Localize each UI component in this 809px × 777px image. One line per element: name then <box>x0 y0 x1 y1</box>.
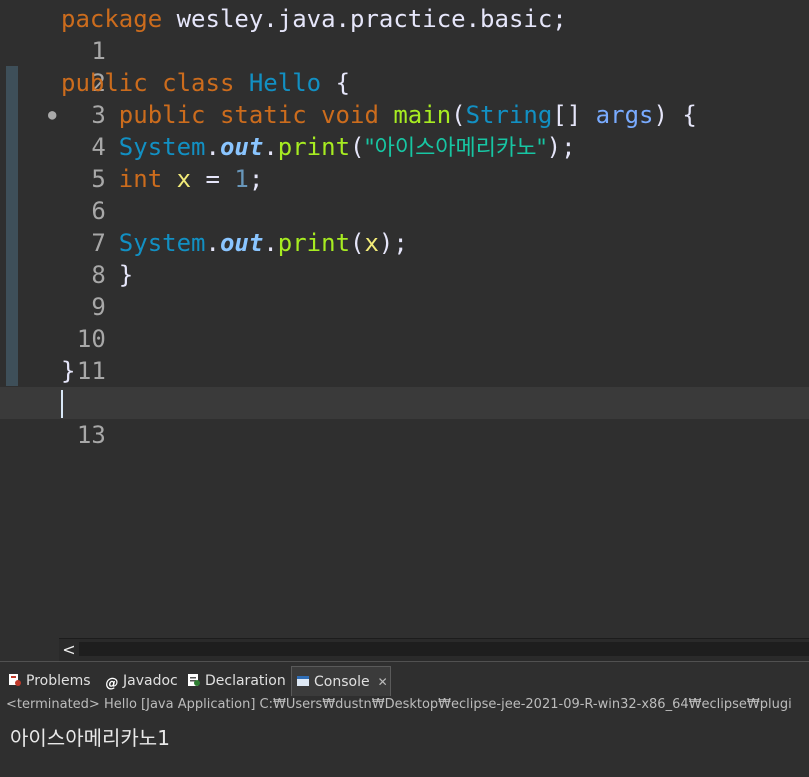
brace: } <box>61 357 76 385</box>
fold-marker-icon[interactable]: ● <box>48 99 58 131</box>
code-line-11: 11 <box>0 323 809 385</box>
variable-x: x <box>364 229 379 257</box>
paren: ) <box>378 229 394 257</box>
code-line-1: 1 package wesley.java.practice.basic; <box>0 3 809 65</box>
method-print: print <box>277 229 351 257</box>
paren: ( <box>350 229 365 257</box>
tab-problems[interactable]: Problems <box>8 666 98 696</box>
keyword-public: public <box>61 69 148 97</box>
text-caret <box>61 390 63 418</box>
tab-console[interactable]: Console ✕ <box>291 666 391 696</box>
keyword-class: class <box>162 69 235 97</box>
code-line-13: 13 <box>0 387 809 449</box>
dot: . <box>263 229 278 257</box>
tab-label: Declaration <box>205 673 286 689</box>
paren: ( <box>350 133 365 161</box>
method-print: print <box>277 133 351 161</box>
scroll-left-icon[interactable]: < <box>61 639 77 661</box>
scrollbar-track[interactable] <box>79 642 809 656</box>
brace: { <box>682 101 697 129</box>
class-system: System <box>118 133 206 161</box>
declaration-icon <box>188 674 200 686</box>
dot: . <box>205 229 220 257</box>
paren: ) <box>546 133 562 161</box>
semicolon: ; <box>561 133 576 161</box>
console-output[interactable]: 아이스아메리카노1 <box>10 722 170 751</box>
tab-label: Console <box>314 674 370 690</box>
tab-declaration[interactable]: Declaration <box>187 666 287 696</box>
paren: ) <box>653 101 668 129</box>
package-name: wesley.java.practice.basic <box>176 5 553 33</box>
dot: . <box>205 133 220 161</box>
code-editor[interactable]: 1 package wesley.java.practice.basic; 2 … <box>0 0 809 661</box>
field-out: out <box>219 229 264 257</box>
string-literal: "아이스아메리카노" <box>364 136 547 161</box>
code-line-8: 8 System.out.print(x); <box>0 227 809 289</box>
paren: ( <box>451 101 466 129</box>
brackets: [] <box>552 101 582 129</box>
code-line-12: 12 } <box>0 355 809 417</box>
number-literal: 1 <box>234 165 249 193</box>
keyword-void: void <box>321 101 379 129</box>
keyword-static: static <box>219 101 307 129</box>
keyword-int: int <box>118 165 163 193</box>
line-number: 13 <box>76 421 106 449</box>
code-line-4: 4 ● public static void main(String[] arg… <box>0 99 809 161</box>
code-line-10: 10 <box>0 291 809 353</box>
keyword-package: package <box>61 5 163 33</box>
code-line-3: 3 public class Hello { <box>0 67 809 129</box>
tab-label: Problems <box>26 673 91 689</box>
method-main: main <box>393 101 452 129</box>
brace: } <box>118 261 134 289</box>
semicolon: ; <box>552 5 567 33</box>
dot: . <box>263 133 278 161</box>
problems-icon <box>9 674 21 686</box>
type-string: String <box>465 101 553 129</box>
field-out: out <box>219 133 264 161</box>
console-icon <box>297 676 309 686</box>
equals: = <box>205 165 220 193</box>
code-line-5: 5 System.out.print("아이스아메리카노"); <box>0 131 809 193</box>
keyword-public: public <box>118 101 206 129</box>
class-name: Hello <box>248 69 322 97</box>
javadoc-icon: @ <box>105 676 119 691</box>
semicolon: ; <box>393 229 408 257</box>
variable-x: x <box>176 165 192 193</box>
tab-javadoc[interactable]: @ Javadoc <box>105 666 183 696</box>
tab-label: Javadoc <box>123 673 178 689</box>
panel-tabs: Problems @ Javadoc Declaration Console ✕ <box>0 666 809 696</box>
param-args: args <box>595 101 654 129</box>
code-line-6: 6 int x = 1; <box>0 163 809 225</box>
bottom-panel: Problems @ Javadoc Declaration Console ✕ <… <box>0 661 809 777</box>
horizontal-scrollbar[interactable]: < <box>59 638 809 661</box>
close-icon[interactable]: ✕ <box>378 675 388 689</box>
brace: { <box>335 69 351 97</box>
console-status-line: <terminated> Hello [Java Application] C:… <box>6 697 792 712</box>
code-line-9: 9 } <box>0 259 809 321</box>
semicolon: ; <box>248 165 264 193</box>
code-line-7: 7 <box>0 195 809 257</box>
code-line-2: 2 <box>0 35 809 97</box>
class-system: System <box>118 229 206 257</box>
